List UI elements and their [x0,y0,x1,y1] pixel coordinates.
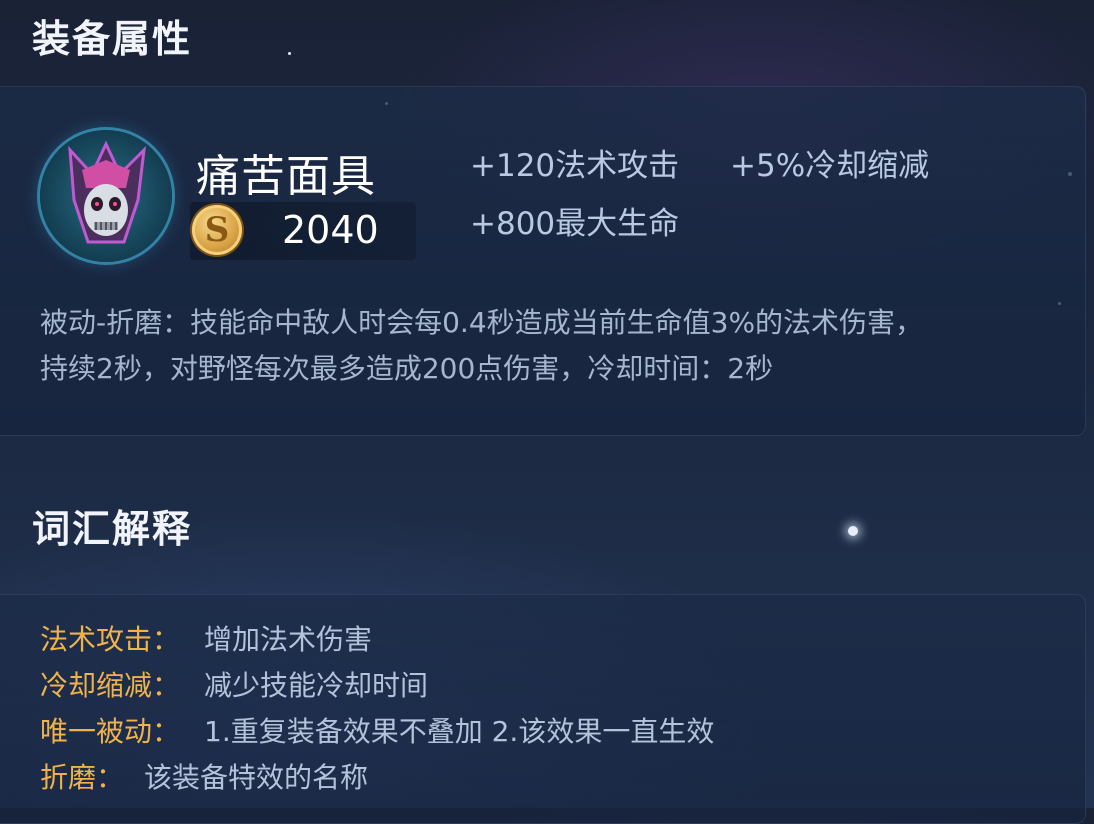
glossary-term: 冷却缩减： [40,669,181,702]
stat-cooldown-reduction: +5%冷却缩减 [730,148,930,184]
glossary-definition: 该装备特效的名称 [144,761,369,794]
star-decoration [848,526,858,536]
glossary-term: 唯一被动： [40,715,181,748]
glossary-row: 冷却缩减： 减少技能冷却时间 [40,664,428,704]
glossary-term: 折磨： [40,761,125,794]
gold-coin-icon: S [192,205,242,255]
stat-max-health: +800最大生命 [470,206,680,242]
stat-magic-attack: +120法术攻击 [470,148,680,184]
glossary-row: 唯一被动： 1.重复装备效果不叠加 2.该效果一直生效 [40,710,714,750]
item-name: 痛苦面具 [196,151,376,202]
glossary-definition: 1.重复装备效果不叠加 2.该效果一直生效 [204,715,715,748]
item-price: 2040 [282,208,379,252]
glossary-row: 法术攻击： 增加法术伤害 [40,618,372,658]
attributes-section-title: 装备属性 [32,17,193,61]
passive-description: 被动-折磨：技能命中敌人时会每0.4秒造成当前生命值3%的法术伤害， 持续2秒，… [40,300,1050,392]
passive-line-1: 被动-折磨：技能命中敌人时会每0.4秒造成当前生命值3%的法术伤害， [40,306,924,339]
skull-mask-icon [40,130,172,262]
glossary-definition: 增加法术伤害 [204,623,373,656]
star-decoration [288,52,291,55]
glossary-section-title: 词汇解释 [32,507,193,551]
glossary-term: 法术攻击： [40,623,181,656]
passive-line-2: 持续2秒，对野怪每次最多造成200点伤害，冷却时间：2秒 [40,352,774,385]
coin-glyph: S [204,210,230,250]
glossary-row: 折磨： 该装备特效的名称 [40,756,368,796]
glossary-definition: 减少技能冷却时间 [204,669,429,702]
